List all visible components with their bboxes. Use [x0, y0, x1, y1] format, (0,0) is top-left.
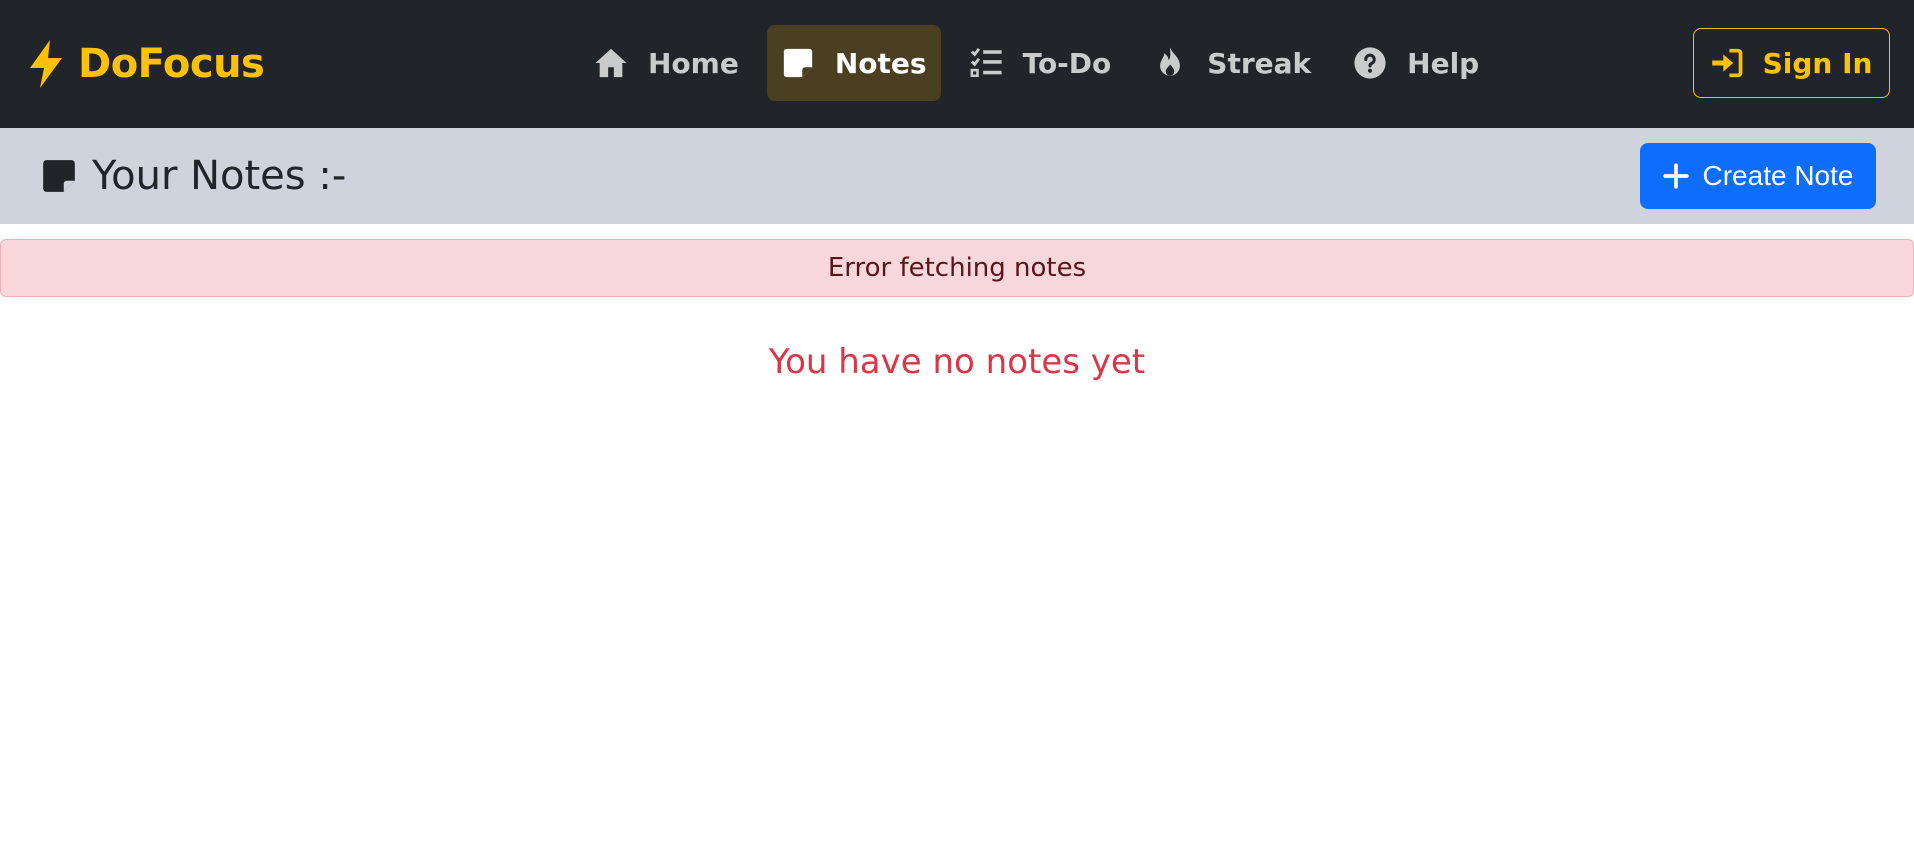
notes-header: Your Notes :- Create Note	[0, 128, 1914, 224]
nav-item-streak[interactable]: Streak	[1139, 25, 1325, 101]
error-alert: Error fetching notes	[0, 239, 1914, 297]
brand-link[interactable]: DoFocus	[26, 36, 265, 92]
error-alert-text: Error fetching notes	[827, 253, 1087, 283]
nav-links: Home Notes To-Do Streak Help	[580, 25, 1507, 101]
page-title-text: Your Notes :-	[92, 153, 347, 199]
sticky-note-icon	[43, 160, 75, 192]
empty-notes-message: You have no notes yet	[768, 342, 1146, 382]
nav-item-label: Help	[1407, 46, 1480, 80]
brand-name: DoFocus	[78, 41, 265, 87]
nav-item-notes[interactable]: Notes	[766, 25, 941, 101]
nav-item-help[interactable]: Help	[1339, 25, 1493, 101]
lightning-icon	[30, 40, 62, 88]
create-note-label: Create Note	[1702, 160, 1854, 191]
page-title: Your Notes :-	[40, 150, 346, 202]
nav-item-label: Notes	[834, 46, 927, 80]
sign-in-label: Sign In	[1762, 46, 1873, 80]
question-circle-icon	[1354, 47, 1386, 79]
sticky-note-icon	[783, 48, 813, 78]
nav-item-home[interactable]: Home	[580, 25, 753, 101]
top-navbar: DoFocus Home Notes To-Do Streak Help Sig…	[0, 0, 1914, 128]
list-check-icon	[970, 47, 1002, 78]
nav-item-label: To-Do	[1022, 46, 1112, 80]
plus-icon	[1662, 163, 1689, 189]
nav-item-todo[interactable]: To-Do	[955, 25, 1126, 101]
create-note-button[interactable]: Create Note	[1640, 143, 1876, 209]
home-icon	[595, 48, 627, 78]
fire-icon	[1160, 47, 1181, 76]
nav-item-label: Home	[648, 46, 739, 80]
sign-in-icon	[1711, 48, 1742, 78]
sign-in-button[interactable]: Sign In	[1693, 28, 1890, 98]
nav-item-label: Streak	[1207, 46, 1312, 80]
